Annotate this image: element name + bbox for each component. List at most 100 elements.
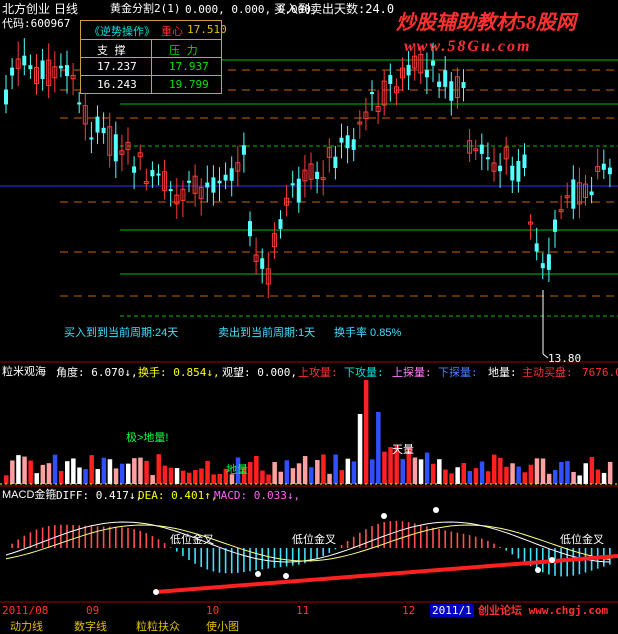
volume-bar (363, 380, 369, 484)
volume-bar (333, 454, 338, 484)
stock-chart-window: 北方创业 日线 黄金分割2(1) 0.000, 0.000, 0.000, 买入… (0, 0, 618, 633)
footer-site: 创业论坛 www.chgj.com (478, 604, 609, 617)
x-axis-label: 2011/08 (2, 604, 49, 617)
volume-bar (272, 461, 277, 484)
volume-bar (546, 473, 552, 484)
candle-body (540, 263, 545, 269)
candle-body (77, 102, 82, 105)
volume-bar (516, 466, 521, 484)
volume-bar (101, 457, 107, 484)
volume-bar (443, 469, 448, 484)
candle-body (260, 258, 265, 269)
candle-body (449, 81, 454, 101)
volume-bar (607, 461, 613, 484)
cross-marker (535, 567, 541, 573)
buy-cycle-text: 买入到到当前周期:24天 (64, 327, 179, 339)
volume-bar (113, 468, 119, 484)
volume-bar (34, 473, 39, 484)
volume-panel-title[interactable]: 粒米观海 (2, 366, 46, 379)
main-buy-label: 主动买盘: (522, 366, 573, 379)
volume-bar (540, 458, 546, 484)
tab-dynamic-line[interactable]: 动力线 (10, 618, 43, 634)
volume-bar (498, 457, 503, 484)
volume-bar (217, 473, 222, 484)
volume-bar (553, 469, 558, 484)
volume-bar (510, 463, 515, 484)
volume-bar (83, 469, 88, 484)
candle-body (601, 163, 606, 170)
tab-grain-support[interactable]: 粒粒扶众 (136, 618, 180, 634)
up-probe-label: 上探量: (392, 366, 432, 379)
candle-body (485, 157, 490, 160)
angle-value: 角度: 6.070↓, (56, 366, 138, 379)
candle-body (607, 167, 612, 175)
volume-bar (589, 457, 595, 484)
volume-bar (180, 470, 186, 484)
candle-body (443, 70, 448, 87)
volume-bar (577, 475, 582, 484)
volume-bar (382, 451, 387, 484)
x-axis-label: 11 (296, 604, 310, 617)
candle-body (546, 254, 551, 270)
stock-name: 北方创业 (2, 2, 51, 16)
volume-bar (565, 461, 570, 484)
volume-bar (376, 412, 381, 484)
volume-bar (260, 470, 265, 484)
up-attack-label: 上攻量: (298, 366, 338, 379)
candle-body (156, 173, 161, 176)
candle-body (217, 180, 222, 184)
volume-bar (168, 467, 174, 484)
volume-bar (492, 454, 497, 484)
volume-bar (309, 467, 314, 484)
tab-digital-line[interactable]: 数字线 (74, 618, 107, 634)
volume-bar (174, 468, 180, 484)
candle-body (370, 92, 374, 95)
candle-body (510, 165, 515, 181)
candle-body (113, 134, 118, 162)
candle-body (589, 191, 594, 196)
volume-bar (461, 462, 466, 484)
candle-body (278, 219, 283, 229)
volume-bar (284, 460, 290, 484)
indicator-name[interactable]: 黄金分割2(1) (110, 2, 181, 16)
volume-bar (211, 474, 216, 484)
candle-body (431, 60, 435, 66)
macd-title[interactable]: MACD金箍 (2, 489, 56, 502)
volume-bar (534, 458, 540, 484)
volume-bar (132, 458, 137, 484)
candle-body (571, 179, 576, 209)
support-value: 16.243 (97, 78, 137, 91)
candle-body (345, 135, 350, 149)
volume-bar (187, 472, 192, 484)
volume-annotation: 极>地量! (126, 432, 169, 444)
volume-bar (119, 463, 125, 484)
candle-body (95, 116, 100, 133)
volume-bar (601, 472, 607, 484)
volume-bar (504, 466, 509, 484)
volume-bar (431, 463, 436, 484)
candle-body (40, 60, 45, 80)
candle-body (351, 139, 356, 150)
macd-value: MACD: 0.033↓, (214, 489, 301, 502)
candle-body (101, 127, 106, 134)
candle-body (296, 178, 301, 203)
cross-marker (283, 573, 289, 579)
period-label[interactable]: 日线 (54, 2, 78, 16)
volume-bar (571, 471, 576, 484)
volume-bar (144, 460, 149, 484)
candle-body (10, 67, 15, 76)
x-axis-label: 09 (86, 604, 100, 617)
candle-body (187, 180, 191, 183)
code-label: 代码:600967 (2, 17, 71, 30)
volume-bar (559, 461, 564, 484)
down-probe-label: 下探量: (438, 366, 478, 379)
volume-bar (400, 459, 405, 484)
volume-bar (10, 460, 15, 484)
tab-small-chart[interactable]: 使小图 (206, 618, 239, 634)
center-value: 17.510 (187, 23, 227, 36)
candle-body (223, 174, 228, 181)
volume-bar (485, 471, 491, 484)
candle-body (388, 74, 393, 84)
volume-bar (528, 464, 534, 484)
volume-bar (467, 470, 473, 484)
